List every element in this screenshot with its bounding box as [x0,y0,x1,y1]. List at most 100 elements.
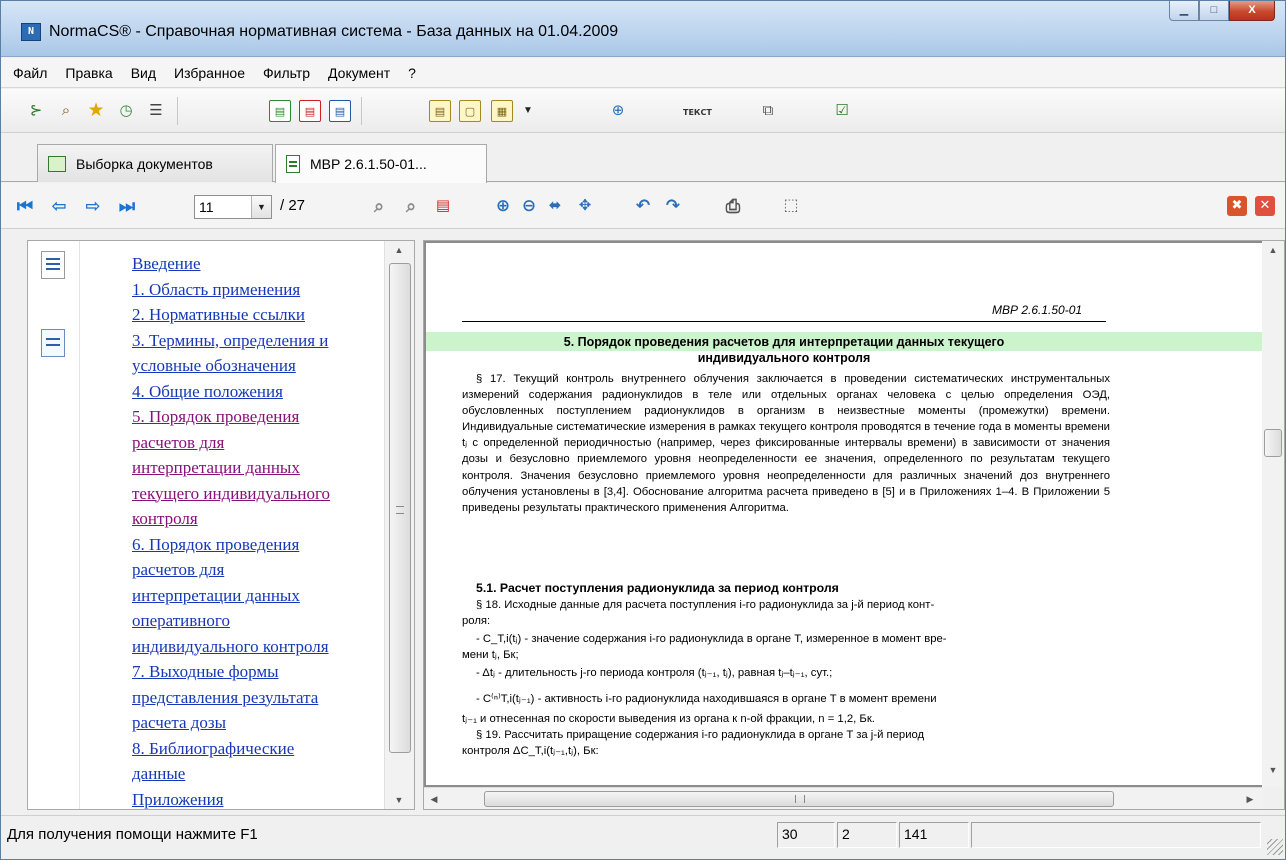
toc-link[interactable]: Приложения [132,787,402,813]
document-vertical-scrollbar[interactable]: ▲ ▼ [1262,241,1284,787]
compare-documents-icon[interactable]: ⧉ [757,100,779,122]
first-page-icon[interactable]: ⏮ [13,195,37,217]
maximize-button[interactable]: □ [1199,1,1229,21]
tree-structure-icon[interactable]: ⊱ [25,100,47,122]
title-bar[interactable]: N NormaCS® - Справочная нормативная сист… [1,1,1285,57]
menu-favorites[interactable]: Избранное [174,65,245,81]
document-green-icon[interactable]: ▤ [269,100,291,122]
scrollbar-corner [1262,787,1284,809]
status-help-text: Для получения помощи нажмите F1 [7,826,258,843]
toc-link-active[interactable]: текущего индивидуального [132,481,402,507]
scroll-right-icon[interactable]: ▶ [1242,790,1258,808]
toc-list: Введение 1. Область применения 2. Нормат… [132,251,402,812]
rotate-right-icon[interactable]: ↷ [661,195,685,217]
go-back-binoculars-icon[interactable]: ⌕ [367,195,391,217]
toc-link[interactable]: 8. Библиографические [132,736,402,762]
fit-width-icon[interactable]: ⬌ [543,195,567,217]
minimize-button[interactable]: ▁ [1169,1,1199,21]
close-button[interactable]: X [1229,1,1275,21]
last-page-icon[interactable]: ⏭ [115,195,139,217]
current-page-value: 11 [199,199,214,215]
document-copy-icon[interactable]: ▢ [459,100,481,122]
resize-grip-icon[interactable] [1267,839,1283,855]
page-number-select[interactable]: 11 ▼ [194,195,272,219]
toc-link[interactable]: расчета дозы [132,710,402,736]
scrollbar-thumb[interactable] [389,263,411,753]
status-bar: Для получения помощи нажмите F1 30 2 141 [1,815,1285,859]
toolbar-separator [177,97,178,125]
zoom-in-icon[interactable]: ⊕ [491,195,515,217]
toc-link[interactable]: 1. Область применения [132,277,402,303]
document-horizontal-scrollbar[interactable]: ◀ ▶ [424,787,1262,809]
toc-link[interactable]: 7. Выходные формы [132,659,402,685]
tab-document-selection[interactable]: Выборка документов [37,144,273,182]
document-list-icon [48,155,66,172]
toc-link[interactable]: 2. Нормативные ссылки [132,302,402,328]
toc-link[interactable]: расчетов для [132,557,402,583]
toc-link[interactable]: условные обозначения [132,353,402,379]
history-clock-icon[interactable]: ◷ [115,100,137,122]
scrollbar-thumb[interactable] [1264,429,1282,457]
previous-page-icon[interactable]: ⇦ [47,195,71,217]
section-title: 5. Порядок проведения расчетов для интер… [462,334,1106,366]
print-icon[interactable]: ⎙ [721,195,745,217]
menu-view[interactable]: Вид [131,65,156,81]
menu-filter[interactable]: Фильтр [263,65,310,81]
binoculars-search-icon[interactable]: ⌕ [55,100,77,122]
section-title-line: 5. Порядок проведения расчетов для интер… [563,335,1005,349]
close-document-icon[interactable]: ✕ [1255,196,1275,216]
toc-link[interactable]: индивидуального контроля [132,634,402,660]
toc-link[interactable]: представления результата [132,685,402,711]
list-item-line: мени tⱼ, Бк; [462,649,519,661]
toc-link-active[interactable]: контроля [132,506,402,532]
document-properties-icon[interactable]: ▦ [491,100,513,122]
scroll-left-icon[interactable]: ◀ [426,790,442,808]
menu-document[interactable]: Документ [328,65,390,81]
scroll-up-icon[interactable]: ▲ [1262,241,1284,259]
document-blue-icon[interactable]: ▤ [329,100,351,122]
fit-page-icon[interactable]: ✥ [573,195,597,217]
toc-link[interactable]: 6. Порядок проведения [132,532,402,558]
scroll-down-icon[interactable]: ▼ [385,791,413,809]
document-card-icon[interactable]: ▤ [429,100,451,122]
document-header: МВР 2.6.1.50-01 [992,303,1083,317]
document-red-icon[interactable]: ▤ [299,100,321,122]
text-mode-icon[interactable]: ТЕКСТ [683,100,712,122]
chevron-down-icon[interactable]: ▼ [251,196,271,218]
toc-link-active[interactable]: интерпретации данных [132,455,402,481]
zoom-out-icon[interactable]: ⊖ [517,195,541,217]
list-item-line: - C_T,i(tⱼ) - значение содержания i-го р… [476,633,947,645]
document-list-icon[interactable]: ☰ [145,100,167,122]
toc-link[interactable]: 3. Термины, определения и [132,328,402,354]
menu-help[interactable]: ? [408,65,416,81]
document-view-icon[interactable]: ▤ [431,195,455,217]
text-mode-label: ТЕКСТ [683,108,712,117]
selection-tool-icon[interactable]: ⬚ [779,195,803,217]
contents-tab-icon[interactable] [41,251,65,279]
rotate-left-icon[interactable]: ↶ [631,195,655,217]
toc-link[interactable]: 4. Общие положения [132,379,402,405]
check-documents-icon[interactable]: ☑ [831,100,853,122]
toc-link-active[interactable]: расчетов для [132,430,402,456]
header-rule [462,321,1106,322]
toc-link[interactable]: оперативного [132,608,402,634]
scroll-up-icon[interactable]: ▲ [385,241,413,259]
tab-current-document[interactable]: МВР 2.6.1.50-01... [275,144,487,183]
bookmarks-tab-icon[interactable] [41,329,65,357]
toc-link-active[interactable]: 5. Порядок проведения [132,404,402,430]
toc-link[interactable]: интерпретации данных [132,583,402,609]
add-to-list-icon[interactable]: ⊕ [607,100,629,122]
scrollbar-thumb[interactable] [484,791,1114,807]
close-all-documents-icon[interactable]: ✖ [1227,196,1247,216]
go-forward-binoculars-icon[interactable]: ⌕ [399,195,423,217]
menu-edit[interactable]: Правка [65,65,112,81]
toc-link[interactable]: Введение [132,251,402,277]
favorites-star-icon[interactable]: ★ [85,100,107,122]
grip-icon [396,506,404,514]
scroll-down-icon[interactable]: ▼ [1262,761,1284,779]
next-page-icon[interactable]: ⇨ [81,195,105,217]
toc-link[interactable]: данные [132,761,402,787]
toc-scrollbar[interactable]: ▲ ▼ [384,241,414,809]
menu-file[interactable]: Файл [13,65,47,81]
chevron-down-icon[interactable]: ▼ [517,100,539,122]
